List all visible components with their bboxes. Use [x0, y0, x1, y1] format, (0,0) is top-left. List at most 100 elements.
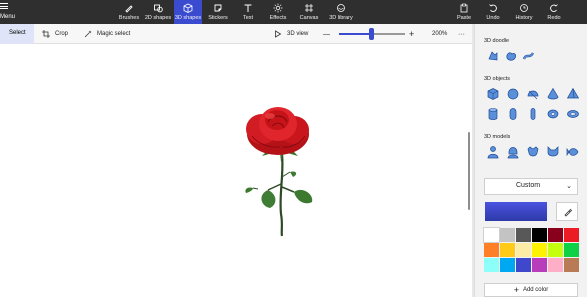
magic-select-label: Magic select [97, 31, 131, 37]
history-button[interactable]: History [511, 0, 537, 24]
donut-icon[interactable] [546, 107, 560, 121]
brush-icon [125, 5, 133, 13]
3d-view-button[interactable]: 3D view [274, 24, 308, 44]
tab-label: Effects [269, 15, 287, 21]
cat-model-icon[interactable] [546, 145, 560, 159]
vertical-scrollbar[interactable] [468, 132, 470, 210]
tab-2d-shapes[interactable]: 2D shapes [143, 0, 173, 24]
zoom-in-button[interactable]: + [409, 24, 414, 44]
zoom-value: 200% [432, 31, 448, 37]
sharp-doodle-icon[interactable] [486, 49, 500, 63]
redo-label: Redo [547, 15, 561, 21]
palette-swatch[interactable] [483, 227, 500, 243]
3d-view-label: 3D view [287, 31, 309, 37]
redo-button[interactable]: Redo [543, 0, 565, 24]
play-icon [275, 30, 282, 38]
palette-swatch[interactable] [564, 243, 579, 257]
dog-model-icon[interactable] [526, 145, 540, 159]
sticker-icon [214, 4, 222, 12]
palette-swatch[interactable] [532, 228, 547, 242]
man-model-icon[interactable] [486, 145, 500, 159]
3d-objects-heading: 3D objects [484, 76, 510, 82]
more-options-button[interactable]: ··· [458, 24, 465, 44]
palette-swatch[interactable] [532, 243, 547, 257]
zoom-slider-thumb[interactable] [369, 28, 374, 40]
tab-3d-shapes[interactable]: 3D shapes [174, 0, 202, 24]
canvas-icon [305, 4, 313, 12]
tab-3d-library[interactable]: 3D library [329, 0, 353, 24]
plus-icon: + [513, 285, 519, 295]
crop-icon [42, 30, 50, 38]
palette-swatch[interactable] [564, 258, 579, 272]
plus-icon: + [409, 29, 415, 39]
tab-label: Stickers [208, 15, 228, 21]
tab-label: 3D shapes [174, 15, 202, 21]
palette-swatch[interactable] [500, 258, 515, 272]
material-dropdown[interactable]: Custom ⌄ [484, 178, 578, 195]
cube-icon[interactable] [486, 87, 500, 101]
canvas-area[interactable] [0, 44, 472, 297]
palette-swatch[interactable] [564, 228, 579, 242]
selection-toolbar: Select Crop Magic select 3D view — + 200… [0, 24, 472, 44]
tab-label: 3D library [329, 15, 353, 21]
palette-swatch[interactable] [548, 258, 563, 272]
magic-select-button[interactable]: Magic select [84, 24, 130, 44]
chevron-down-icon: ⌄ [566, 183, 572, 190]
cone-icon[interactable] [546, 87, 560, 101]
tab-brushes[interactable]: Brushes [117, 0, 141, 24]
palette-swatch[interactable] [532, 258, 547, 272]
crop-label: Crop [55, 31, 69, 37]
select-button[interactable]: Select [0, 24, 34, 44]
palette-swatch[interactable] [484, 258, 499, 272]
paste-button[interactable]: Paste [453, 0, 475, 24]
tab-label: Brushes [118, 15, 140, 21]
effects-icon [273, 3, 283, 13]
woman-model-icon[interactable] [506, 145, 520, 159]
cube-icon [183, 3, 193, 13]
history-icon [520, 4, 528, 12]
crop-button[interactable]: Crop [42, 24, 68, 44]
add-color-button[interactable]: + Add color [484, 283, 578, 297]
capsule-icon[interactable] [506, 107, 520, 121]
soft-doodle-icon[interactable] [504, 49, 518, 63]
hemisphere-icon[interactable] [526, 87, 540, 101]
tube-icon[interactable] [526, 107, 540, 121]
redo-icon [550, 4, 558, 12]
eyedropper-icon [564, 208, 573, 217]
zoom-out-button[interactable]: — [323, 24, 330, 44]
rose-image[interactable] [0, 44, 472, 297]
undo-label: Undo [486, 15, 500, 21]
clipboard-icon [460, 3, 468, 13]
palette-swatch[interactable] [500, 243, 515, 257]
palette-swatch[interactable] [516, 228, 531, 242]
select-label: Select [9, 30, 26, 36]
menu-button[interactable]: Menu [0, 0, 18, 24]
tab-label: Text [242, 15, 254, 21]
tab-text[interactable]: Text [238, 0, 258, 24]
palette-swatch[interactable] [548, 243, 563, 257]
pyramid-icon[interactable] [566, 87, 580, 101]
fish-model-icon[interactable] [566, 145, 580, 159]
zoom-level[interactable]: 200% [432, 24, 447, 44]
tab-canvas[interactable]: Canvas [297, 0, 321, 24]
tab-effects[interactable]: Effects [267, 0, 289, 24]
material-value: Custom [515, 182, 541, 189]
magic-wand-icon [84, 30, 92, 38]
more-icon: ··· [458, 30, 465, 38]
palette-swatch[interactable] [484, 243, 499, 257]
tab-label: Canvas [299, 15, 319, 21]
2d-shapes-icon [154, 4, 163, 13]
eyedropper-button[interactable] [556, 202, 578, 221]
history-label: History [515, 15, 533, 21]
palette-swatch[interactable] [516, 243, 531, 257]
cylinder-icon[interactable] [486, 107, 500, 121]
palette-swatch[interactable] [500, 228, 515, 242]
tab-stickers[interactable]: Stickers [205, 0, 231, 24]
sphere-icon[interactable] [506, 87, 520, 101]
palette-swatch[interactable] [516, 258, 531, 272]
tube-doodle-icon[interactable] [522, 49, 536, 63]
undo-button[interactable]: Undo [482, 0, 504, 24]
palette-swatch[interactable] [548, 228, 563, 242]
torus-icon[interactable] [566, 107, 580, 121]
current-color-swatch[interactable] [485, 202, 547, 221]
